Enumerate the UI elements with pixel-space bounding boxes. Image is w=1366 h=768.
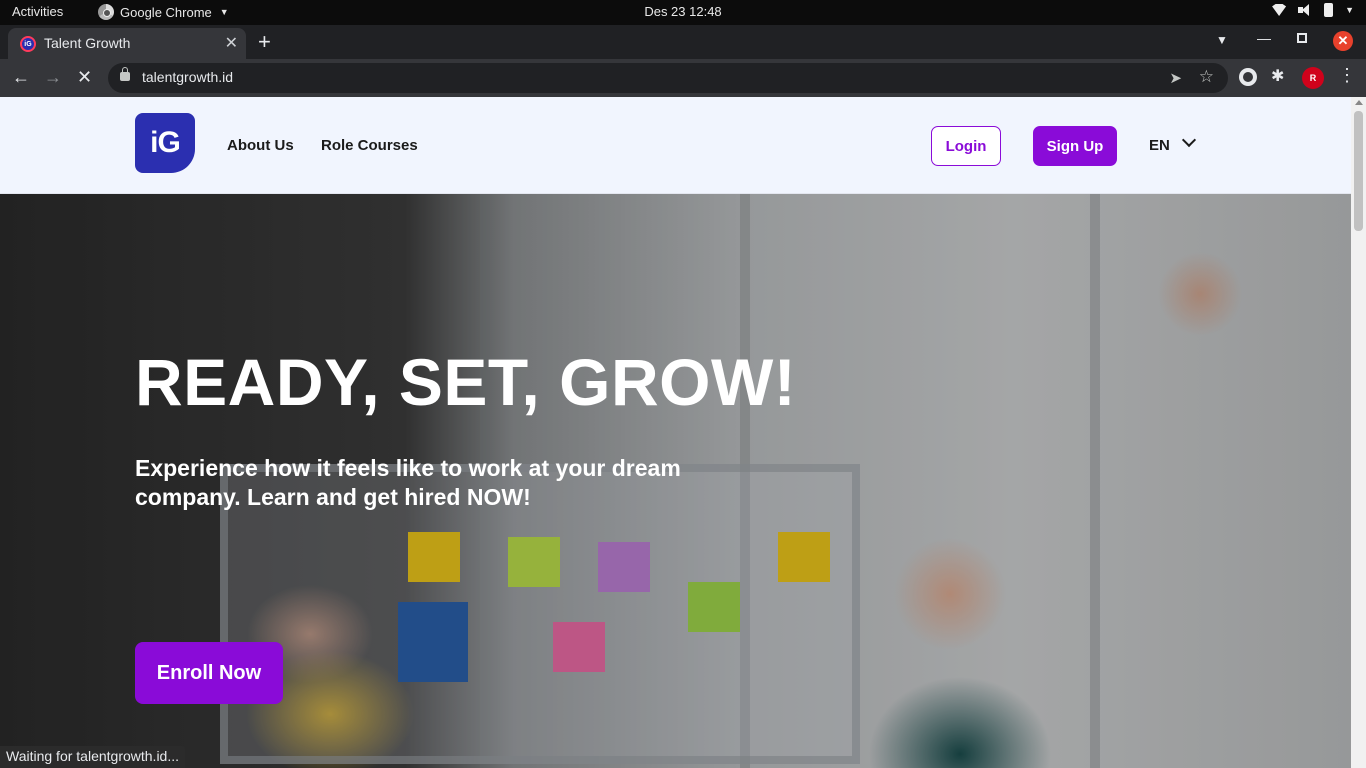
page-viewport: iG About Us Role Courses Login Sign Up E… <box>0 97 1366 768</box>
tab-title: Talent Growth <box>44 35 131 51</box>
system-tray[interactable]: ▼ <box>1272 3 1354 17</box>
maximize-icon[interactable] <box>1297 30 1307 46</box>
browser-tab[interactable]: iG Talent Growth ✕ <box>8 28 246 59</box>
caret-down-icon: ▼ <box>1345 5 1354 15</box>
loading-status-bar: Waiting for talentgrowth.id... <box>0 746 186 768</box>
nav-role-courses[interactable]: Role Courses <box>321 137 418 154</box>
system-top-bar: Activities Google Chrome ▼ Des 23 12:48 … <box>0 0 1366 25</box>
chevron-down-icon[interactable] <box>1181 132 1197 148</box>
tab-strip: iG Talent Growth ✕ + ▼ — ✕ <box>0 25 1366 59</box>
address-bar[interactable]: talentgrowth.id ➤ ☆ <box>108 63 1228 93</box>
send-to-device-icon[interactable]: ➤ <box>1169 69 1182 87</box>
language-selector[interactable]: EN <box>1149 137 1170 154</box>
site-favicon-icon: iG <box>20 36 36 52</box>
new-tab-icon[interactable]: + <box>258 29 271 55</box>
talent-growth-logo[interactable]: iG <box>135 113 195 173</box>
puzzle-extensions-icon[interactable]: ✱ <box>1271 66 1289 85</box>
browser-toolbar: ← → ✕ talentgrowth.id ➤ ☆ ✱ R ⋮ <box>0 59 1366 97</box>
clock[interactable]: Des 23 12:48 <box>0 4 1366 19</box>
close-tab-icon[interactable]: ✕ <box>225 33 238 53</box>
enroll-now-button[interactable]: Enroll Now <box>135 642 283 704</box>
minimize-icon[interactable]: — <box>1257 30 1271 46</box>
sign-up-button[interactable]: Sign Up <box>1033 126 1117 166</box>
bookmark-star-icon[interactable]: ☆ <box>1199 67 1214 87</box>
scroll-up-icon[interactable] <box>1355 100 1363 105</box>
url-text[interactable]: talentgrowth.id <box>142 69 233 85</box>
scrollbar-thumb[interactable] <box>1354 111 1363 231</box>
hero-subtitle: Experience how it feels like to work at … <box>135 455 681 510</box>
wifi-icon <box>1272 4 1287 16</box>
page-scrollbar[interactable] <box>1351 97 1366 768</box>
tab-search-icon[interactable]: ▼ <box>1216 33 1228 47</box>
extension-icon[interactable] <box>1239 68 1257 86</box>
hero-section: READY, SET, GROW! Experience how it feel… <box>0 194 1351 768</box>
window-close-icon[interactable]: ✕ <box>1333 31 1353 51</box>
site-header: iG About Us Role Courses Login Sign Up E… <box>0 97 1351 194</box>
profile-avatar[interactable]: R <box>1302 67 1324 89</box>
hero-title: READY, SET, GROW! <box>135 345 797 419</box>
nav-about-us[interactable]: About Us <box>227 137 294 154</box>
battery-icon <box>1324 3 1334 17</box>
more-menu-icon[interactable]: ⋮ <box>1338 65 1356 85</box>
back-arrow-icon[interactable]: ← <box>12 67 30 88</box>
stop-loading-icon[interactable]: ✕ <box>77 67 92 88</box>
login-button[interactable]: Login <box>931 126 1001 166</box>
forward-arrow-icon[interactable]: → <box>44 67 62 88</box>
volume-icon <box>1298 4 1312 16</box>
lock-icon[interactable] <box>120 67 130 81</box>
